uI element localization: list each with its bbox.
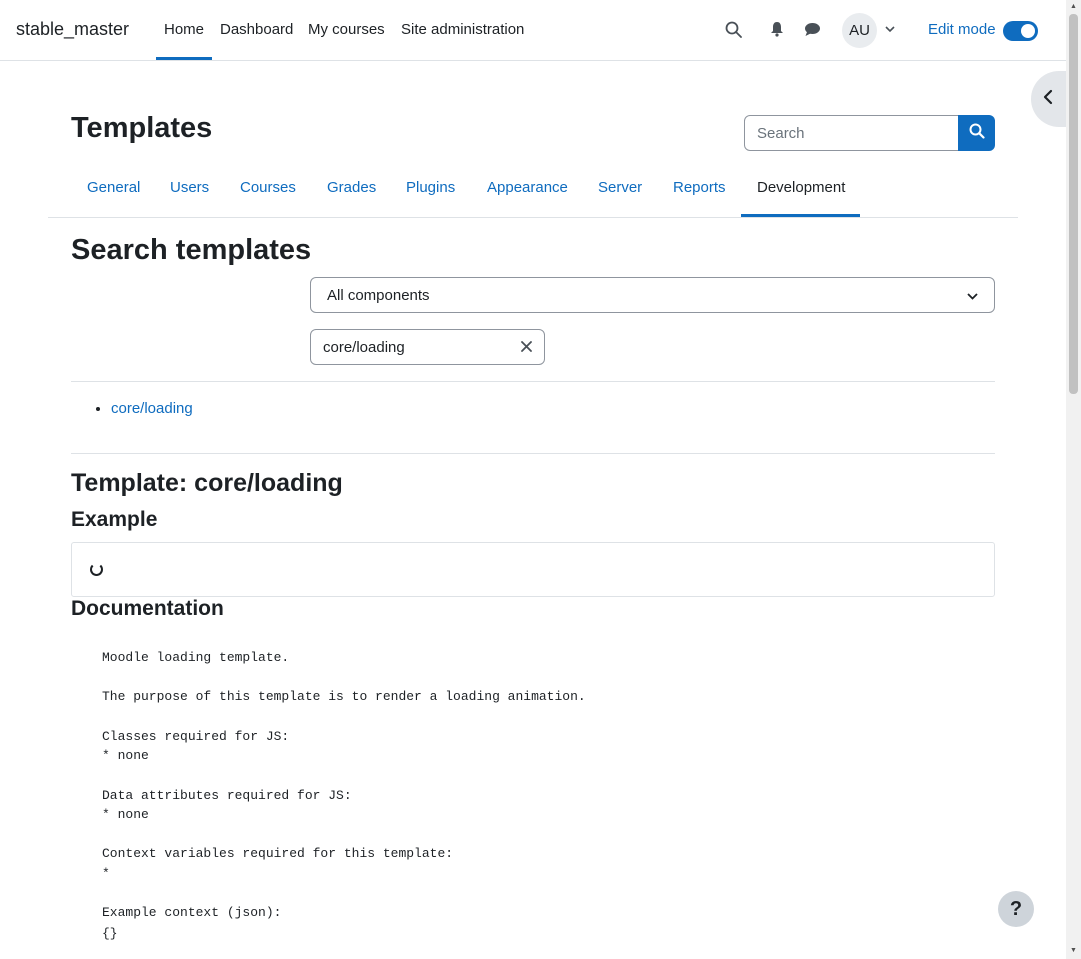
admin-search bbox=[744, 115, 995, 151]
doc-line: {} bbox=[102, 926, 118, 941]
help-button[interactable]: ? bbox=[998, 891, 1034, 927]
divider bbox=[71, 381, 995, 382]
template-filter-input[interactable]: core/loading bbox=[310, 329, 545, 365]
tab-grades[interactable]: Grades bbox=[327, 179, 376, 196]
filter-value: core/loading bbox=[323, 338, 405, 356]
template-title: Template: core/loading bbox=[71, 469, 343, 497]
list-item: core/loading bbox=[111, 400, 193, 417]
tab-reports[interactable]: Reports bbox=[673, 179, 726, 196]
nav-home[interactable]: Home bbox=[164, 21, 204, 38]
scroll-down-arrow-icon[interactable]: ▼ bbox=[1069, 946, 1078, 956]
search-icon[interactable] bbox=[724, 20, 742, 38]
tab-development[interactable]: Development bbox=[757, 179, 845, 196]
notification-bell-icon[interactable] bbox=[768, 20, 786, 38]
nav-active-indicator bbox=[156, 57, 212, 60]
tab-appearance[interactable]: Appearance bbox=[487, 179, 568, 196]
tab-courses[interactable]: Courses bbox=[240, 179, 296, 196]
template-results-list: core/loading bbox=[71, 400, 193, 417]
scrollbar-thumb[interactable] bbox=[1069, 14, 1078, 394]
scroll-up-arrow-icon[interactable]: ▲ bbox=[1069, 2, 1078, 12]
doc-line: * none bbox=[102, 748, 149, 763]
doc-line: Moodle loading template. bbox=[102, 650, 290, 665]
edit-mode-label[interactable]: Edit mode bbox=[928, 21, 996, 38]
search-icon bbox=[969, 123, 985, 144]
chevron-left-icon bbox=[1043, 89, 1053, 110]
toggle-knob bbox=[1021, 24, 1035, 38]
doc-line: Example context (json): bbox=[102, 905, 282, 920]
tabs-divider bbox=[48, 217, 1018, 218]
example-preview bbox=[71, 542, 995, 597]
nav-site-administration[interactable]: Site administration bbox=[401, 21, 524, 38]
component-select[interactable]: All components bbox=[310, 277, 995, 313]
template-result-link[interactable]: core/loading bbox=[111, 400, 193, 417]
user-avatar[interactable]: AU bbox=[842, 13, 877, 48]
search-button[interactable] bbox=[958, 115, 995, 151]
tab-plugins[interactable]: Plugins bbox=[406, 179, 455, 196]
chevron-down-icon[interactable] bbox=[881, 20, 899, 38]
documentation-heading: Documentation bbox=[71, 597, 224, 620]
tab-general[interactable]: General bbox=[87, 179, 140, 196]
component-select-value: All components bbox=[327, 286, 430, 304]
search-input[interactable] bbox=[744, 115, 959, 151]
site-name[interactable]: stable_master bbox=[16, 19, 129, 40]
edit-mode-toggle[interactable] bbox=[1003, 21, 1038, 41]
doc-line: The purpose of this template is to rende… bbox=[102, 689, 586, 704]
doc-line: Context variables required for this temp… bbox=[102, 846, 454, 861]
doc-line: * bbox=[102, 866, 110, 881]
loading-spinner-icon bbox=[90, 563, 103, 576]
top-navbar: stable_master Home Dashboard My courses … bbox=[0, 0, 1066, 61]
doc-line: * none bbox=[102, 807, 149, 822]
page-scrollbar[interactable]: ▲ ▼ bbox=[1066, 0, 1081, 959]
doc-line: Data attributes required for JS: bbox=[102, 788, 352, 803]
tab-server[interactable]: Server bbox=[598, 179, 642, 196]
nav-my-courses[interactable]: My courses bbox=[308, 21, 385, 38]
tab-users[interactable]: Users bbox=[170, 179, 209, 196]
page-title: Templates bbox=[71, 112, 213, 144]
clear-filter-icon[interactable] bbox=[521, 339, 532, 356]
nav-dashboard[interactable]: Dashboard bbox=[220, 21, 293, 38]
search-templates-heading: Search templates bbox=[71, 234, 312, 266]
doc-line: Classes required for JS: bbox=[102, 729, 290, 744]
chevron-down-icon bbox=[967, 287, 978, 304]
messages-icon[interactable] bbox=[803, 20, 821, 38]
divider bbox=[71, 453, 995, 454]
example-heading: Example bbox=[71, 508, 158, 531]
